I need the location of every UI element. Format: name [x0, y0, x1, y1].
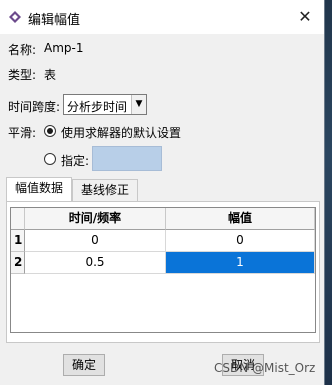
- abaqus-app-icon: [8, 10, 22, 27]
- ok-button[interactable]: 确定: [63, 354, 105, 376]
- specify-smoothing-label: 指定:: [61, 154, 90, 168]
- tab-baseline-correction[interactable]: 基线修正: [72, 179, 138, 201]
- smoothing-label: 平滑:: [8, 126, 37, 140]
- row-header[interactable]: 1: [11, 230, 25, 252]
- dialog-title: 编辑幅值: [28, 13, 81, 28]
- time-span-label: 时间跨度:: [8, 100, 61, 114]
- row-header[interactable]: 2: [11, 252, 25, 274]
- title-bar: 编辑幅值 ✕: [0, 0, 324, 34]
- table-cell-time[interactable]: 0: [25, 230, 166, 252]
- edit-amplitude-dialog: 编辑幅值 ✕ 名称: Amp-1 类型: 表 时间跨度: 分析步时间 ▼ 平滑:…: [0, 0, 325, 385]
- time-span-value: 分析步时间: [67, 100, 128, 114]
- amplitude-table: 时间/频率 幅值 1 0 0 2 0.5 1: [10, 207, 316, 333]
- table-cell-time[interactable]: 0.5: [25, 252, 166, 274]
- column-header-amplitude[interactable]: 幅值: [166, 208, 315, 230]
- time-span-select[interactable]: 分析步时间 ▼: [63, 94, 147, 115]
- table-corner: [11, 208, 25, 230]
- default-smoothing-label: 使用求解器的默认设置: [61, 126, 182, 140]
- name-label: 名称:: [8, 43, 37, 57]
- tab-amplitude-data[interactable]: 幅值数据: [6, 177, 72, 202]
- chevron-down-icon[interactable]: ▼: [131, 95, 146, 114]
- table-cell-amplitude-selected[interactable]: 1: [166, 252, 315, 274]
- type-value: 表: [44, 68, 57, 82]
- close-button[interactable]: ✕: [294, 6, 316, 28]
- specify-smoothing-input[interactable]: [92, 146, 162, 171]
- type-label: 类型:: [8, 68, 37, 82]
- watermark-text: CSDN @Mist_Orz: [214, 361, 316, 375]
- background-desktop: [325, 0, 332, 385]
- table-cell-amplitude[interactable]: 0: [166, 230, 315, 252]
- name-value: Amp-1: [44, 41, 84, 55]
- radio-specify-smoothing[interactable]: [44, 153, 56, 165]
- radio-default-smoothing[interactable]: [44, 125, 56, 137]
- column-header-time[interactable]: 时间/频率: [25, 208, 166, 230]
